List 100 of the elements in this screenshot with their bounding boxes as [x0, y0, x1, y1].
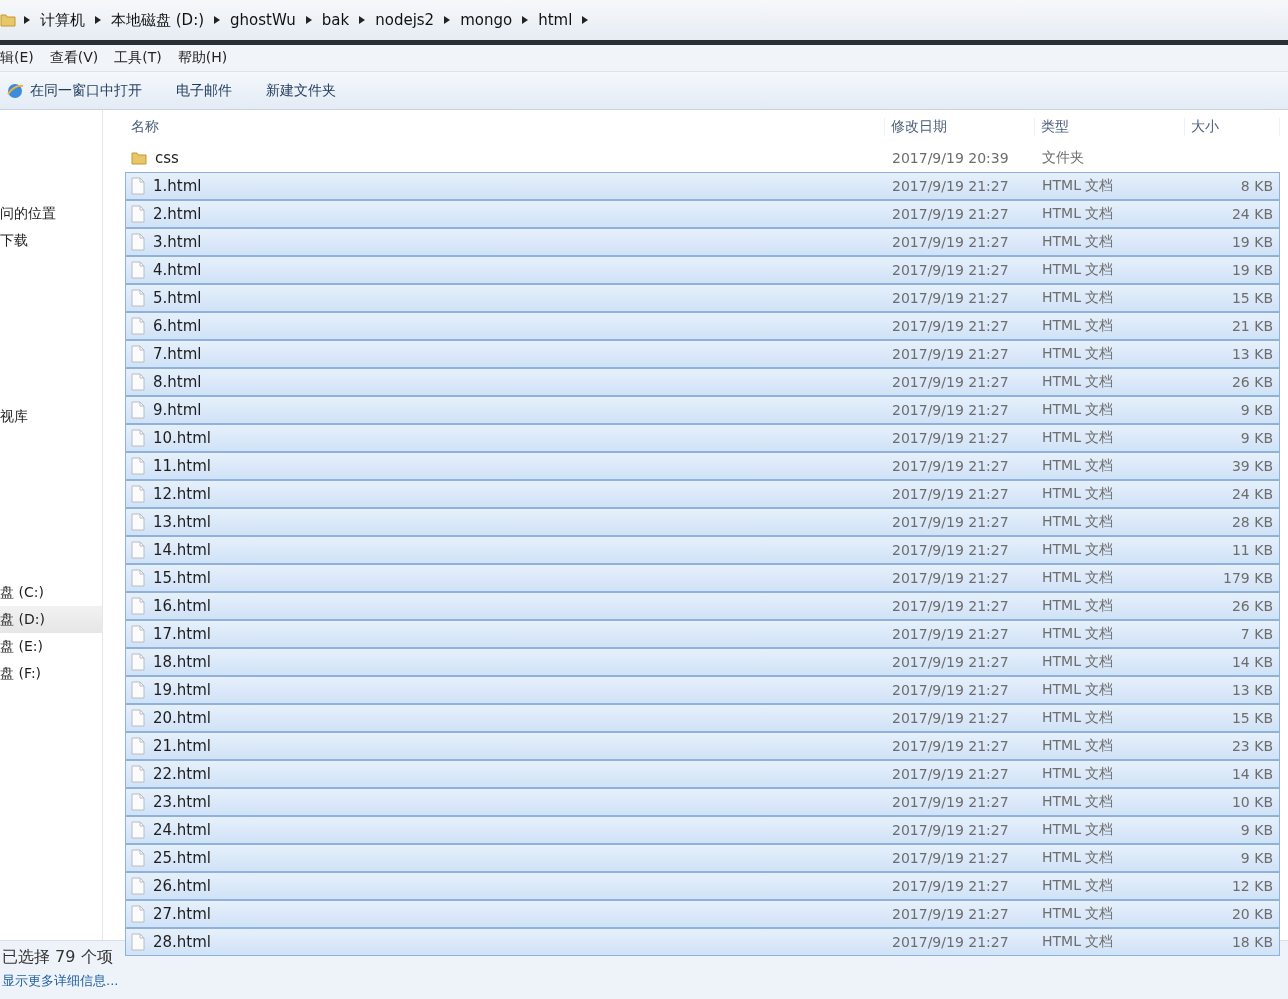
sidebar-item[interactable]: 问的位置	[0, 200, 102, 227]
file-row[interactable]: 14.html 2017/9/19 21:27 HTML 文档 11 KB	[125, 536, 1280, 564]
size-cell: 10 KB	[1231, 794, 1273, 810]
menu-item[interactable]: 辑(E)	[0, 49, 34, 67]
sidebar-item[interactable]: 盘 (F:)	[0, 660, 102, 687]
date-cell: 2017/9/19 21:27	[892, 878, 1009, 894]
file-row[interactable]: 4.html 2017/9/19 21:27 HTML 文档 19 KB	[125, 256, 1280, 284]
file-row[interactable]: 3.html 2017/9/19 21:27 HTML 文档 19 KB	[125, 228, 1280, 256]
chevron-icon	[95, 16, 101, 24]
breadcrumb-item[interactable]: nodejs2	[373, 11, 437, 29]
menu-item[interactable]: 帮助(H)	[177, 49, 228, 67]
type-cell: HTML 文档	[1042, 597, 1114, 613]
type-cell: HTML 文档	[1042, 345, 1114, 361]
date-cell: 2017/9/19 21:27	[892, 206, 1009, 222]
menu-item[interactable]: 查看(V)	[49, 49, 99, 67]
type-cell: HTML 文档	[1042, 317, 1114, 333]
sidebar-item[interactable]: 盘 (E:)	[0, 633, 102, 660]
size-cell: 12 KB	[1231, 878, 1273, 894]
file-icon	[131, 541, 145, 559]
file-row[interactable]: 9.html 2017/9/19 21:27 HTML 文档 9 KB	[125, 396, 1280, 424]
sidebar-item[interactable]: 盘 (D:)	[0, 606, 102, 633]
breadcrumb-item[interactable]: 本地磁盘 (D:)	[109, 10, 207, 30]
file-row[interactable]: 28.html 2017/9/19 21:27 HTML 文档 18 KB	[125, 928, 1280, 956]
size-cell: 14 KB	[1231, 766, 1273, 782]
date-cell: 2017/9/19 21:27	[892, 570, 1009, 586]
sidebar-item[interactable]: 视库	[0, 403, 102, 430]
file-row[interactable]: css 2017/9/19 20:39 文件夹	[125, 144, 1280, 172]
file-row[interactable]: 10.html 2017/9/19 21:27 HTML 文档 9 KB	[125, 424, 1280, 452]
file-icon	[131, 205, 145, 223]
file-icon	[131, 821, 145, 839]
file-row[interactable]: 22.html 2017/9/19 21:27 HTML 文档 14 KB	[125, 760, 1280, 788]
details-link[interactable]: 显示更多详细信息...	[2, 972, 119, 990]
file-row[interactable]: 26.html 2017/9/19 21:27 HTML 文档 12 KB	[125, 872, 1280, 900]
file-name: 15.html	[153, 569, 212, 587]
column-header[interactable]: 名称	[131, 118, 159, 134]
size-cell: 15 KB	[1231, 710, 1273, 726]
size-cell: 9 KB	[1240, 402, 1273, 418]
breadcrumb-item[interactable]: 计算机	[38, 10, 87, 30]
file-name: 24.html	[153, 821, 212, 839]
file-row[interactable]: 7.html 2017/9/19 21:27 HTML 文档 13 KB	[125, 340, 1280, 368]
file-icon	[131, 569, 145, 587]
file-row[interactable]: 17.html 2017/9/19 21:27 HTML 文档 7 KB	[125, 620, 1280, 648]
date-cell: 2017/9/19 21:27	[892, 934, 1009, 950]
file-row[interactable]: 11.html 2017/9/19 21:27 HTML 文档 39 KB	[125, 452, 1280, 480]
file-row[interactable]: 8.html 2017/9/19 21:27 HTML 文档 26 KB	[125, 368, 1280, 396]
file-icon	[131, 485, 145, 503]
file-icon	[131, 401, 145, 419]
file-name: 4.html	[153, 261, 202, 279]
file-row[interactable]: 18.html 2017/9/19 21:27 HTML 文档 14 KB	[125, 648, 1280, 676]
file-name: 26.html	[153, 877, 212, 895]
file-row[interactable]: 2.html 2017/9/19 21:27 HTML 文档 24 KB	[125, 200, 1280, 228]
selection-count: 已选择 79 个项	[2, 947, 113, 968]
type-cell: HTML 文档	[1042, 737, 1114, 753]
type-cell: HTML 文档	[1042, 877, 1114, 893]
date-cell: 2017/9/19 21:27	[892, 514, 1009, 530]
file-row[interactable]: 25.html 2017/9/19 21:27 HTML 文档 9 KB	[125, 844, 1280, 872]
toolbar-button[interactable]: 新建文件夹	[266, 81, 336, 100]
file-name: 13.html	[153, 513, 212, 531]
column-header[interactable]: 类型	[1041, 118, 1069, 134]
size-cell: 15 KB	[1231, 290, 1273, 306]
menu-item[interactable]: 工具(T)	[114, 49, 162, 67]
column-header[interactable]: 大小	[1191, 118, 1219, 134]
file-row[interactable]: 15.html 2017/9/19 21:27 HTML 文档 179 KB	[125, 564, 1280, 592]
size-cell: 21 KB	[1231, 318, 1273, 334]
chevron-icon	[24, 16, 30, 24]
file-row[interactable]: 27.html 2017/9/19 21:27 HTML 文档 20 KB	[125, 900, 1280, 928]
date-cell: 2017/9/19 21:27	[892, 906, 1009, 922]
file-row[interactable]: 24.html 2017/9/19 21:27 HTML 文档 9 KB	[125, 816, 1280, 844]
toolbar-button[interactable]: 在同一窗口中打开	[6, 81, 142, 100]
size-cell: 9 KB	[1240, 850, 1273, 866]
file-row[interactable]: 12.html 2017/9/19 21:27 HTML 文档 24 KB	[125, 480, 1280, 508]
breadcrumb-item[interactable]: bak	[319, 11, 352, 29]
file-row[interactable]: 21.html 2017/9/19 21:27 HTML 文档 23 KB	[125, 732, 1280, 760]
toolbar-button[interactable]: 电子邮件	[176, 81, 232, 100]
file-row[interactable]: 6.html 2017/9/19 21:27 HTML 文档 21 KB	[125, 312, 1280, 340]
file-icon	[131, 457, 145, 475]
size-cell: 26 KB	[1231, 374, 1273, 390]
file-row[interactable]: 1.html 2017/9/19 21:27 HTML 文档 8 KB	[125, 172, 1280, 200]
file-name: 2.html	[153, 205, 202, 223]
file-row[interactable]: 19.html 2017/9/19 21:27 HTML 文档 13 KB	[125, 676, 1280, 704]
sidebar-item[interactable]: 盘 (C:)	[0, 579, 102, 606]
file-row[interactable]: 5.html 2017/9/19 21:27 HTML 文档 15 KB	[125, 284, 1280, 312]
file-row[interactable]: 13.html 2017/9/19 21:27 HTML 文档 28 KB	[125, 508, 1280, 536]
file-icon	[131, 905, 145, 923]
globe-icon	[6, 81, 24, 100]
breadcrumb-item[interactable]: html	[536, 11, 575, 29]
size-cell: 19 KB	[1231, 234, 1273, 250]
file-name: 12.html	[153, 485, 212, 503]
column-header[interactable]: 修改日期	[891, 118, 947, 134]
type-cell: HTML 文档	[1042, 765, 1114, 781]
date-cell: 2017/9/19 21:27	[892, 290, 1009, 306]
file-row[interactable]: 20.html 2017/9/19 21:27 HTML 文档 15 KB	[125, 704, 1280, 732]
file-row[interactable]: 16.html 2017/9/19 21:27 HTML 文档 26 KB	[125, 592, 1280, 620]
sidebar-item[interactable]: 下载	[0, 227, 102, 254]
breadcrumb-item[interactable]: mongo	[458, 11, 515, 29]
file-name: 22.html	[153, 765, 212, 783]
file-row[interactable]: 23.html 2017/9/19 21:27 HTML 文档 10 KB	[125, 788, 1280, 816]
file-name: 10.html	[153, 429, 212, 447]
type-cell: 文件夹	[1042, 149, 1084, 165]
breadcrumb-item[interactable]: ghostWu	[228, 11, 298, 29]
